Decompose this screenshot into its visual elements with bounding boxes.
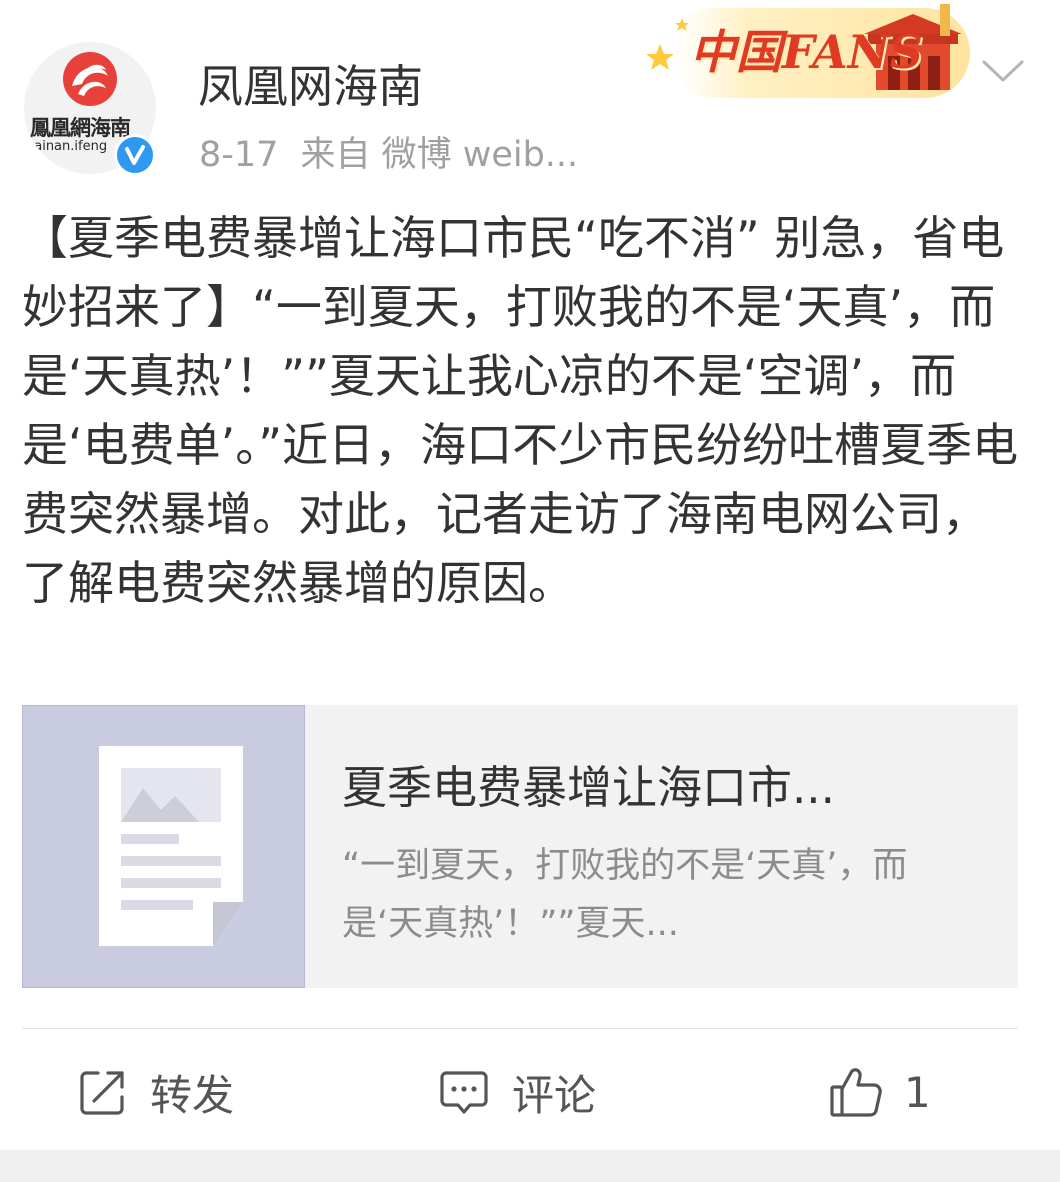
like-count: 1 [904, 1067, 931, 1117]
link-card[interactable]: 夏季电费暴增让海口市... “一到夏天，打败我的不是‘天真’，而是‘天真热’！”… [22, 705, 1018, 988]
post-body-text: 【夏季电费暴增让海口市民“吃不消” 别急，省电妙招来了】“一到夏天，打败我的不是… [22, 211, 1019, 610]
post-source[interactable]: 来自 微博 weib... [300, 135, 578, 175]
account-name[interactable]: 凤凰网海南 [198, 50, 423, 115]
comment-label: 评论 [512, 1070, 597, 1120]
card-title: 夏季电费暴增让海口市... [342, 761, 835, 814]
chevron-down-icon[interactable] [978, 52, 1028, 92]
repost-icon [80, 1071, 124, 1115]
comment-icon [440, 1071, 488, 1114]
card-thumbnail [22, 705, 305, 988]
repost-button[interactable]: 转发 [78, 1062, 234, 1122]
avatar-domain-text: hainan.ifeng [26, 139, 108, 154]
post-date: 8-17 [199, 135, 279, 175]
fans-badge: 中国FANS [690, 25, 923, 79]
post-meta: 8-17 来自 微博 weib... [199, 126, 578, 177]
like-icon [830, 1068, 882, 1117]
card-description: “一到夏天，打败我的不是‘天真’，而是‘天真热’！””夏天... [342, 846, 908, 944]
image-placeholder-icon [99, 746, 243, 946]
verified-icon [114, 134, 156, 176]
repost-label: 转发 [150, 1070, 235, 1120]
ifeng-logo-icon [63, 52, 117, 106]
bottom-separator [0, 1150, 1060, 1182]
like-button[interactable]: 1 [828, 1062, 931, 1122]
comment-button[interactable]: 评论 [438, 1062, 596, 1122]
divider [22, 1028, 1018, 1029]
